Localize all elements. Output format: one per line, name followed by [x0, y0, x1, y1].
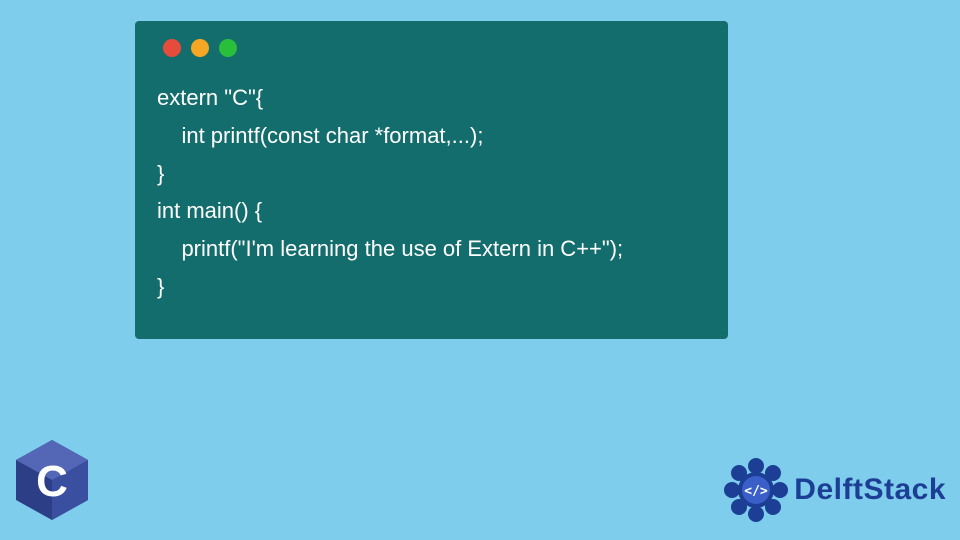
svg-text:</>: </> — [745, 484, 769, 499]
code-window: extern "C"{ int printf(const char *forma… — [135, 21, 728, 339]
delftstack-logo: </> DelftStack — [724, 458, 946, 522]
delftstack-label: DelftStack — [794, 473, 946, 507]
c-letter: C — [36, 457, 68, 506]
minimize-icon — [191, 39, 209, 57]
window-traffic-lights — [163, 39, 706, 57]
delftstack-badge-icon: </> — [724, 458, 788, 522]
close-icon — [163, 39, 181, 57]
c-language-logo-icon: C — [16, 440, 88, 520]
code-block: extern "C"{ int printf(const char *forma… — [157, 79, 706, 306]
maximize-icon — [219, 39, 237, 57]
